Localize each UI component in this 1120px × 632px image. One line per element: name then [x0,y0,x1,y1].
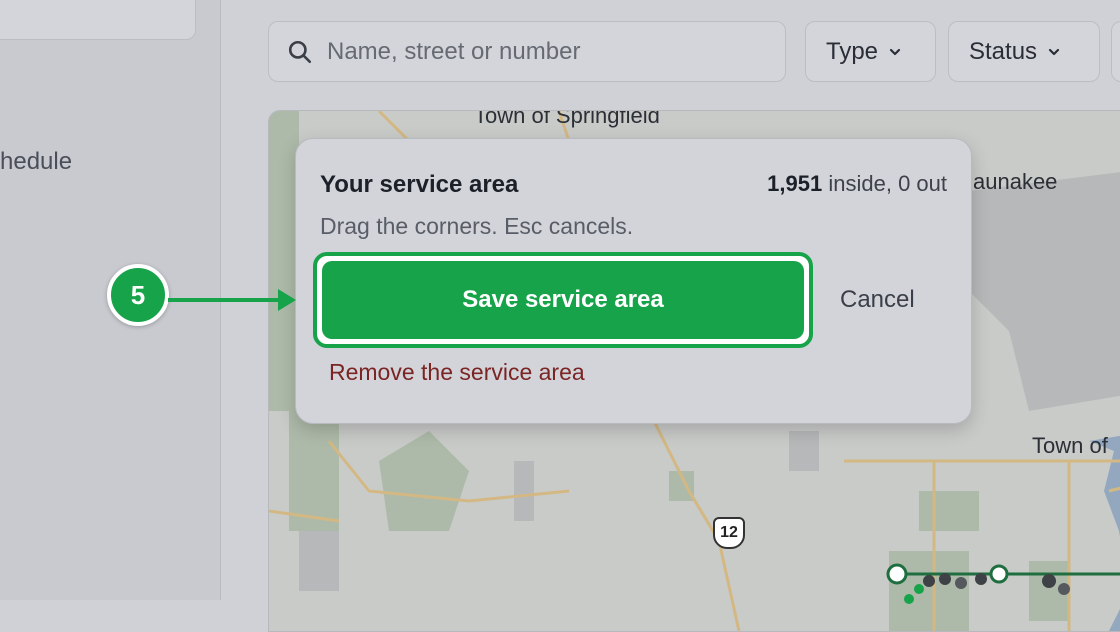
chevron-down-icon [1048,48,1060,55]
popup-hint: Drag the corners. Esc cancels. [320,213,634,239]
status-filter-label: Status [969,37,1038,65]
more-filter-dropdown[interactable] [1111,21,1120,82]
search-icon [288,40,312,63]
inside-count-number: 1,951 [767,171,823,196]
chevron-down-icon [889,48,901,55]
route-shield: 12 [713,517,745,549]
popup-title: Your service area [320,171,519,198]
search-bar[interactable] [268,21,786,82]
map-label-town-of: Town of [1032,433,1108,458]
map-label-town-springfield: Town of Springfield [474,110,660,128]
step-arrow-icon [168,289,296,311]
service-area-popup: Your service area 1,951 inside, 0 out Dr… [295,138,972,424]
sidebar-top-card[interactable] [0,0,196,40]
status-filter-dropdown[interactable]: Status [948,21,1100,82]
save-service-area-button[interactable]: Save service area [322,261,804,339]
type-filter-dropdown[interactable]: Type [805,21,936,82]
search-input[interactable] [325,36,759,67]
remove-service-area-link[interactable]: Remove the service area [329,359,585,386]
cancel-button[interactable]: Cancel [834,285,921,315]
inside-count: 1,951 inside, 0 out [767,171,947,197]
step-number-badge: 5 [107,264,169,326]
type-filter-label: Type [826,37,879,65]
sidebar-item-schedule[interactable]: hedule [0,148,72,176]
save-button-highlight: Save service area [313,252,813,348]
inside-count-rest: inside, 0 out [828,171,947,196]
map-label-waunakee: aunakee [973,169,1058,194]
